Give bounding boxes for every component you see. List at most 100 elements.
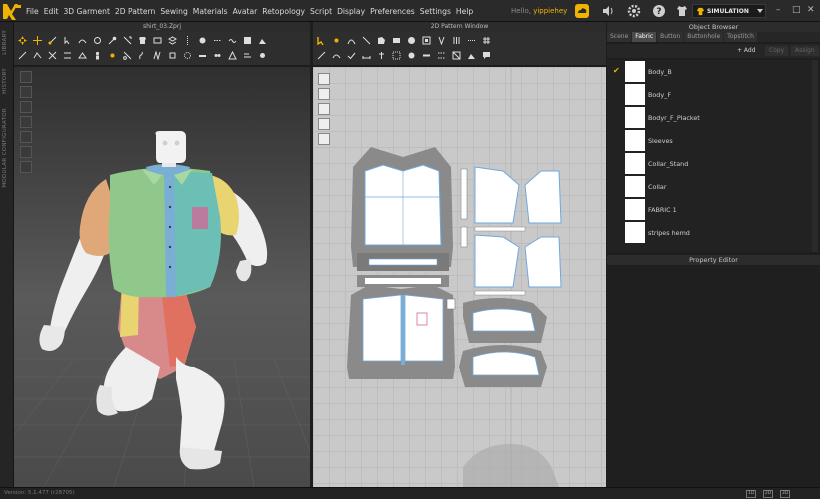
menu-help[interactable]: Help: [456, 7, 473, 16]
edit-curve-icon[interactable]: [347, 36, 356, 45]
seam-allowance-icon[interactable]: [392, 51, 401, 60]
viewport-3d[interactable]: [14, 67, 310, 487]
cut-icon[interactable]: [123, 51, 132, 60]
tack-icon[interactable]: [93, 36, 102, 45]
edit-point-icon[interactable]: [332, 36, 341, 45]
polygon-icon[interactable]: [377, 36, 386, 45]
button-2d-icon[interactable]: [407, 51, 416, 60]
fold-icon[interactable]: [78, 36, 87, 45]
edit-sewing-icon[interactable]: [48, 51, 57, 60]
arrange-icon[interactable]: [153, 36, 162, 45]
sewing-free-icon[interactable]: [33, 51, 42, 60]
texture-icon[interactable]: [243, 36, 252, 45]
viewport-2d[interactable]: [313, 67, 606, 487]
measure-icon[interactable]: [123, 36, 132, 45]
puckering-icon[interactable]: [228, 36, 237, 45]
select-move-icon[interactable]: [18, 36, 27, 45]
settings-gear-icon[interactable]: [627, 4, 641, 18]
avatar-shading-icon[interactable]: [20, 146, 32, 158]
edit-pattern-icon[interactable]: [317, 36, 326, 45]
menu-preferences[interactable]: Preferences: [370, 7, 415, 16]
copy-fabric-button[interactable]: Copy: [765, 46, 789, 56]
transform-icon[interactable]: [48, 36, 57, 45]
menu-avatar[interactable]: Avatar: [233, 7, 258, 16]
steam-icon[interactable]: [138, 51, 147, 60]
menu-sewing[interactable]: Sewing: [160, 7, 187, 16]
segment-sewing-2d-icon[interactable]: [317, 51, 326, 60]
menu-script[interactable]: Script: [310, 7, 332, 16]
graphic-icon[interactable]: [258, 36, 267, 45]
menu-3d-garment[interactable]: 3D Garment: [63, 7, 109, 16]
maximize-button[interactable]: □: [792, 5, 801, 15]
fabric-item[interactable]: Body_F: [607, 83, 812, 106]
internal-polygon-icon[interactable]: [422, 36, 431, 45]
dart-icon[interactable]: [437, 36, 446, 45]
fabric-item[interactable]: FABRIC 1: [607, 198, 812, 221]
fabric-list-scrollbar[interactable]: [812, 60, 818, 252]
environment-icon[interactable]: [20, 161, 32, 173]
topstitch-icon[interactable]: [213, 36, 222, 45]
view-2d-button[interactable]: 2D: [763, 490, 773, 498]
fabric-item[interactable]: ✔ Body_B: [607, 60, 812, 83]
pleat-icon[interactable]: [153, 51, 162, 60]
strap-icon[interactable]: [198, 51, 207, 60]
menu-file[interactable]: File: [26, 7, 39, 16]
texture-display-icon[interactable]: [20, 116, 32, 128]
stitch-icon[interactable]: [63, 51, 72, 60]
pin-icon[interactable]: [108, 36, 117, 45]
snap-icon[interactable]: [213, 51, 222, 60]
menu-materials[interactable]: Materials: [193, 7, 228, 16]
menu-display[interactable]: Display: [337, 7, 365, 16]
help-icon[interactable]: ?: [652, 4, 666, 18]
circle-icon[interactable]: [407, 36, 416, 45]
pipe-icon[interactable]: [183, 51, 192, 60]
annotation-icon[interactable]: [482, 51, 491, 60]
simulation-mode-dropdown[interactable]: SIMULATION: [692, 4, 766, 18]
check-sewing-icon[interactable]: [347, 51, 356, 60]
free-sewing-2d-icon[interactable]: [332, 51, 341, 60]
trace-icon[interactable]: [467, 36, 476, 45]
grid-icon[interactable]: [482, 36, 491, 45]
assign-fabric-button[interactable]: Assign: [791, 46, 819, 56]
fabric-item[interactable]: Sleeves: [607, 129, 812, 152]
fabric-item[interactable]: stripes hemd: [607, 221, 812, 244]
shape-icon[interactable]: [228, 51, 237, 60]
tab-scene[interactable]: Scene: [607, 32, 632, 42]
layer-icon[interactable]: [168, 36, 177, 45]
pleat-2d-icon[interactable]: [452, 36, 461, 45]
view-3d-button[interactable]: 3D: [780, 490, 790, 498]
minimize-button[interactable]: –: [776, 5, 781, 15]
username[interactable]: yippiehey: [533, 7, 567, 15]
history-tab[interactable]: HISTORY: [2, 68, 8, 94]
fabric-item[interactable]: Collar_Stand: [607, 152, 812, 175]
arrangement-point-icon[interactable]: [108, 51, 117, 60]
pattern-layout-icon[interactable]: [318, 133, 330, 145]
hanger-icon[interactable]: [78, 51, 87, 60]
fabric-item[interactable]: Bodyr_F_Placket: [607, 106, 812, 129]
garment-display-icon[interactable]: [20, 86, 32, 98]
add-fabric-button[interactable]: + Add: [733, 46, 760, 56]
tab-topstitch[interactable]: Topstitch: [724, 32, 757, 42]
tab-buttonhole[interactable]: Buttonhole: [684, 32, 724, 42]
avatar-display-icon[interactable]: [20, 71, 32, 83]
speaker-icon[interactable]: [601, 4, 615, 18]
move-icon[interactable]: [33, 36, 42, 45]
zip-icon[interactable]: [183, 36, 192, 45]
transform-pattern-icon[interactable]: [362, 36, 371, 45]
avatar-icon[interactable]: [93, 51, 102, 60]
view-1d-button[interactable]: 1D: [746, 490, 756, 498]
wind-icon[interactable]: [243, 51, 252, 60]
buttonhole-2d-icon[interactable]: [422, 51, 431, 60]
close-button[interactable]: ✕: [807, 5, 815, 15]
select-mesh-icon[interactable]: [63, 36, 72, 45]
rectangle-icon[interactable]: [392, 36, 401, 45]
graphic-2d-icon[interactable]: [467, 51, 476, 60]
texture-2d-icon[interactable]: [452, 51, 461, 60]
modular-configurator-tab[interactable]: MODULAR CONFIGURATOR: [2, 108, 8, 188]
button-tool-icon[interactable]: [198, 36, 207, 45]
sewing-segment-icon[interactable]: [18, 51, 27, 60]
library-tab[interactable]: LIBRARY: [2, 30, 8, 55]
record-icon[interactable]: [258, 51, 267, 60]
mesh-display-icon[interactable]: [20, 131, 32, 143]
measure-2d-icon[interactable]: [362, 51, 371, 60]
